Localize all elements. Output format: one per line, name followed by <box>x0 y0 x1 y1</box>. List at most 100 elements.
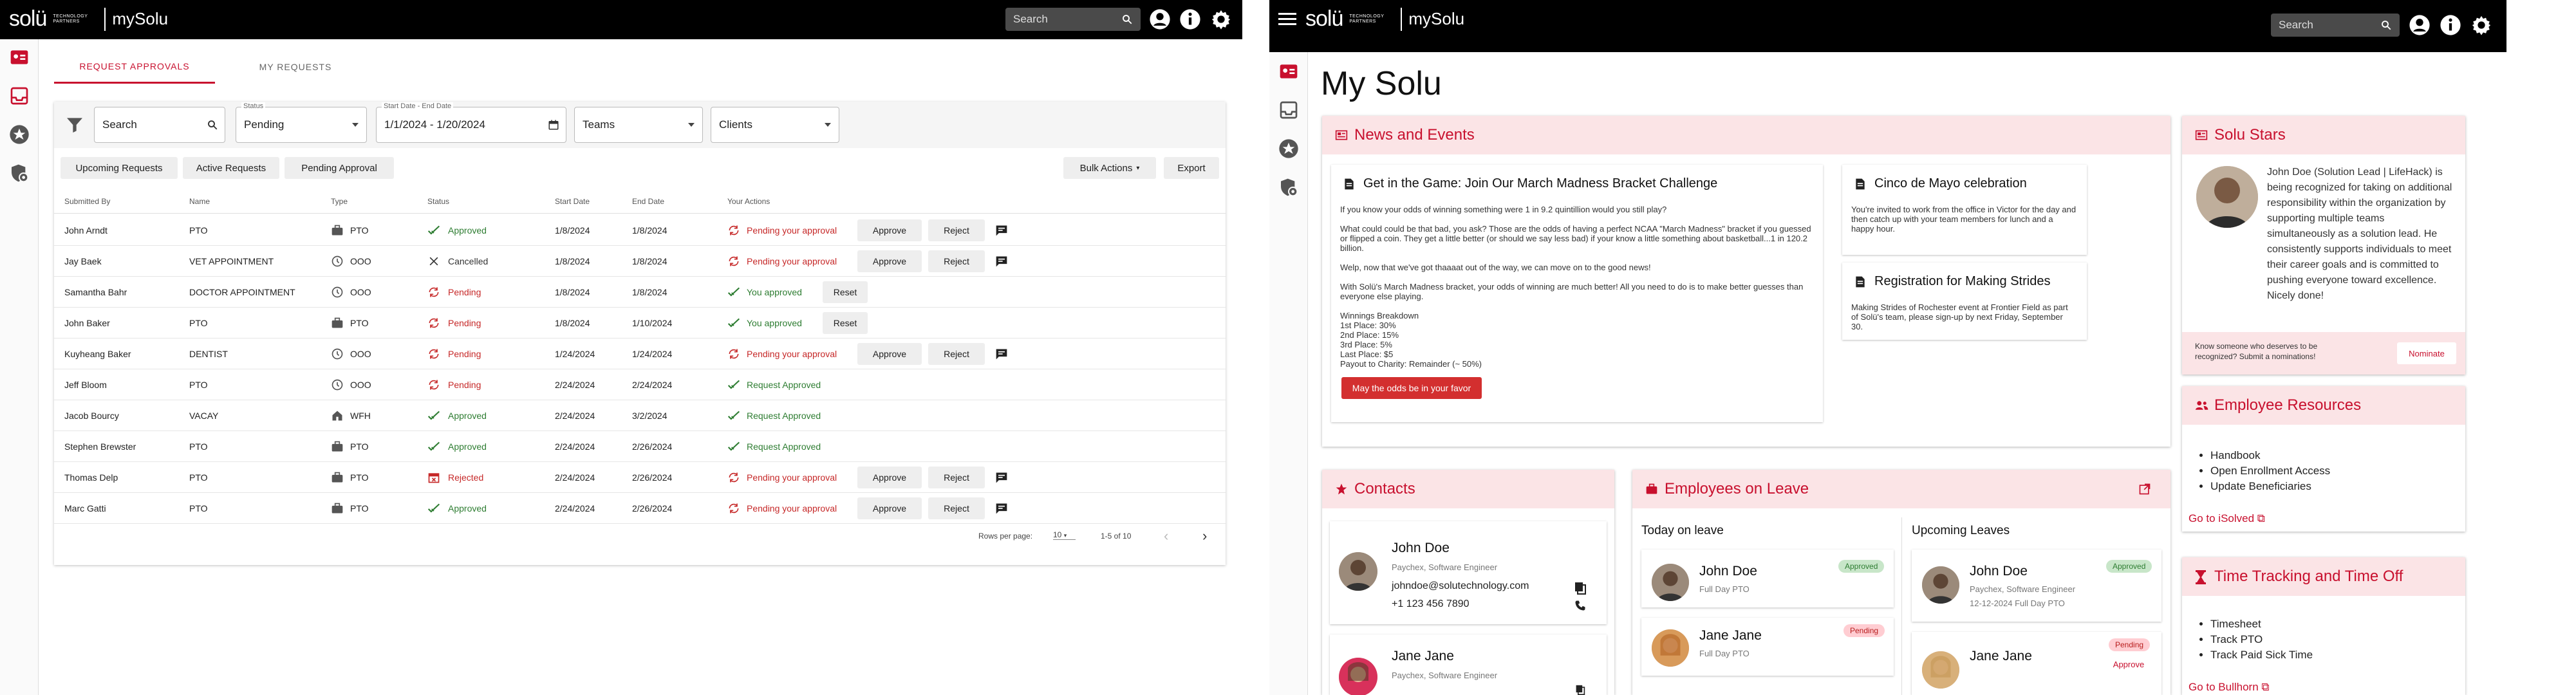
clock-icon <box>331 378 344 391</box>
col-status[interactable]: Status <box>427 197 449 206</box>
filter-search-input[interactable]: Search <box>94 107 225 143</box>
reset-button[interactable]: Reset <box>823 281 868 303</box>
approve-button[interactable]: Approve <box>857 343 922 365</box>
gear-icon[interactable] <box>2470 14 2492 36</box>
go-to-bullhorn-link[interactable]: Go to Bullhorn ⧉ <box>2189 681 2270 694</box>
tab-my-requests[interactable]: MY REQUESTS <box>215 50 376 84</box>
reset-button[interactable]: Reset <box>823 312 868 334</box>
approve-button[interactable]: Approve <box>857 467 922 488</box>
date-range-field[interactable]: Start Date - End Date 1/1/2024 - 1/20/20… <box>376 102 566 143</box>
col-your-actions[interactable]: Your Actions <box>727 197 770 206</box>
inbox-icon[interactable] <box>9 86 30 106</box>
news-item-march-madness[interactable]: Get in the Game: Join Our March Madness … <box>1331 165 1823 422</box>
comment-icon[interactable] <box>995 471 1008 484</box>
reject-button[interactable]: Reject <box>928 343 985 365</box>
hamburger-menu-icon[interactable] <box>1278 12 1296 27</box>
news-item-cinco-de-mayo[interactable]: Cinco de Mayo celebration You're invited… <box>1842 165 2087 255</box>
pending-approval-button[interactable]: Pending Approval <box>285 157 394 179</box>
table-row[interactable]: Stephen Brewster PTO PTO Approved 2/24/2024 2… <box>54 431 1226 462</box>
resource-open-enrollment-link[interactable]: Open Enrollment Access <box>2210 463 2330 479</box>
status-select[interactable]: Status Pending <box>236 102 367 143</box>
info-icon[interactable] <box>2440 14 2461 36</box>
upcoming-requests-button[interactable]: Upcoming Requests <box>61 157 178 179</box>
shield-settings-icon[interactable] <box>1278 177 1299 198</box>
top-search-input[interactable]: Search <box>2271 14 2400 37</box>
col-start-date[interactable]: Start Date <box>555 197 590 206</box>
clients-select[interactable]: Clients <box>711 107 839 143</box>
copy-icon[interactable] <box>1574 582 1586 595</box>
col-name[interactable]: Name <box>189 197 210 206</box>
upcoming-leave-jane-jane[interactable]: Jane Jane Pending Approve <box>1912 632 2161 695</box>
comment-icon[interactable] <box>995 224 1008 237</box>
track-sick-time-link[interactable]: Track Paid Sick Time <box>2210 647 2313 663</box>
track-pto-link[interactable]: Track PTO <box>2210 632 2313 647</box>
inbox-icon[interactable] <box>1278 100 1299 120</box>
reject-button[interactable]: Reject <box>928 219 985 241</box>
calendar-icon[interactable] <box>548 119 559 131</box>
col-end-date[interactable]: End Date <box>632 197 664 206</box>
approve-leave-button[interactable]: Approve <box>2106 655 2151 673</box>
contact-phone[interactable]: +1 123 456 7890 <box>1392 598 1470 610</box>
resource-beneficiaries-link[interactable]: Update Beneficiaries <box>2210 479 2330 494</box>
shield-settings-icon[interactable] <box>9 163 30 183</box>
table-row[interactable]: John Arndt PTO PTO Approved 1/8/2024 1/8/2024… <box>54 215 1226 246</box>
timesheet-link[interactable]: Timesheet <box>2210 616 2313 632</box>
resource-handbook-link[interactable]: Handbook <box>2210 448 2330 463</box>
table-row[interactable]: Thomas Delp PTO PTO Rejected 2/24/2024 2/26/2… <box>54 462 1226 493</box>
top-search-input[interactable]: Search <box>1005 8 1141 31</box>
nominate-button[interactable]: Nominate <box>2397 342 2456 364</box>
gear-icon[interactable] <box>1210 8 1232 30</box>
account-icon[interactable] <box>1149 8 1171 30</box>
contact-card-jane-jane[interactable]: Jane Jane Paychex, Software Engineer <box>1330 635 1607 695</box>
table-row[interactable]: Jacob Bourcy VACAY WFH Approved 2/24/2024 3/2… <box>54 400 1226 431</box>
reject-button[interactable]: Reject <box>928 467 985 488</box>
table-row[interactable]: Jay Baek VET APPOINTMENT OOO Cancelled 1/8/2… <box>54 246 1226 277</box>
today-leave-jane-jane[interactable]: Jane Jane Full Day PTO Pending <box>1641 618 1894 676</box>
app-logo[interactable]: solü TECHNOLOGY PARTNERS mySolu <box>9 6 168 32</box>
comment-icon[interactable] <box>995 502 1008 515</box>
phone-icon[interactable] <box>1574 600 1586 611</box>
employee-resources-title: Employee Resources <box>2214 396 2362 414</box>
logo-subtitle: TECHNOLOGY PARTNERS <box>1349 14 1385 24</box>
table-row[interactable]: Marc Gatti PTO PTO Approved 2/24/2024 2/26/20… <box>54 493 1226 524</box>
copy-icon[interactable] <box>1574 685 1586 695</box>
teams-select[interactable]: Teams <box>574 107 703 143</box>
bulk-actions-button[interactable]: Bulk Actions ▾ <box>1063 157 1156 179</box>
news-item-making-strides[interactable]: Registration for Making Strides Making S… <box>1842 263 2087 340</box>
contact-card-icon[interactable] <box>9 47 30 68</box>
rows-per-page-select[interactable]: 10 ▾ <box>1053 530 1076 540</box>
go-to-isolved-link[interactable]: Go to iSolved ⧉ <box>2189 512 2265 525</box>
approve-button[interactable]: Approve <box>857 250 922 272</box>
next-page-icon[interactable]: › <box>1202 528 1207 544</box>
reject-button[interactable]: Reject <box>928 497 985 519</box>
star-icon[interactable] <box>1278 138 1299 159</box>
app-logo[interactable]: solü TECHNOLOGY PARTNERS mySolu <box>1305 6 1464 32</box>
active-requests-button[interactable]: Active Requests <box>183 157 279 179</box>
comment-icon[interactable] <box>995 255 1008 268</box>
approve-button[interactable]: Approve <box>857 219 922 241</box>
reject-button[interactable]: Reject <box>928 250 985 272</box>
filter-icon[interactable] <box>64 115 85 135</box>
approve-button[interactable]: Approve <box>857 497 922 519</box>
odds-button[interactable]: May the odds be in your favor <box>1341 377 1482 399</box>
col-type[interactable]: Type <box>331 197 348 206</box>
export-button[interactable]: Export <box>1164 157 1219 179</box>
star-icon[interactable] <box>9 124 30 145</box>
today-leave-john-doe[interactable]: John Doe Full Day PTO Approved <box>1641 550 1894 607</box>
table-row[interactable]: Jeff Bloom PTO OOO Pending 2/24/2024 2/24/202… <box>54 369 1226 400</box>
table-row[interactable]: Kuyheang Baker DENTIST OOO Pending 1/24/2024… <box>54 338 1226 369</box>
tab-request-approvals[interactable]: REQUEST APPROVALS <box>54 50 215 84</box>
upcoming-leave-john-doe[interactable]: John Doe Paychex, Software Engineer 12-1… <box>1912 550 2161 622</box>
prev-page-icon[interactable]: ‹ <box>1164 528 1168 544</box>
info-icon[interactable] <box>1179 8 1201 30</box>
account-icon[interactable] <box>2409 14 2431 36</box>
newspaper-icon <box>2195 129 2208 142</box>
contact-card-john-doe[interactable]: John Doe Paychex, Software Engineer john… <box>1330 521 1607 624</box>
contact-email[interactable]: johndoe@solutechnology.com <box>1392 580 1529 592</box>
comment-icon[interactable] <box>995 348 1008 360</box>
external-link-icon[interactable] <box>2138 483 2151 496</box>
col-submitted-by[interactable]: Submitted By <box>64 197 110 206</box>
table-row[interactable]: John Baker PTO PTO Pending 1/8/2024 1/10/2024… <box>54 308 1226 338</box>
table-row[interactable]: Samantha Bahr DOCTOR APPOINTMENT OOO Pendin… <box>54 277 1226 308</box>
contact-card-icon[interactable] <box>1278 61 1299 82</box>
